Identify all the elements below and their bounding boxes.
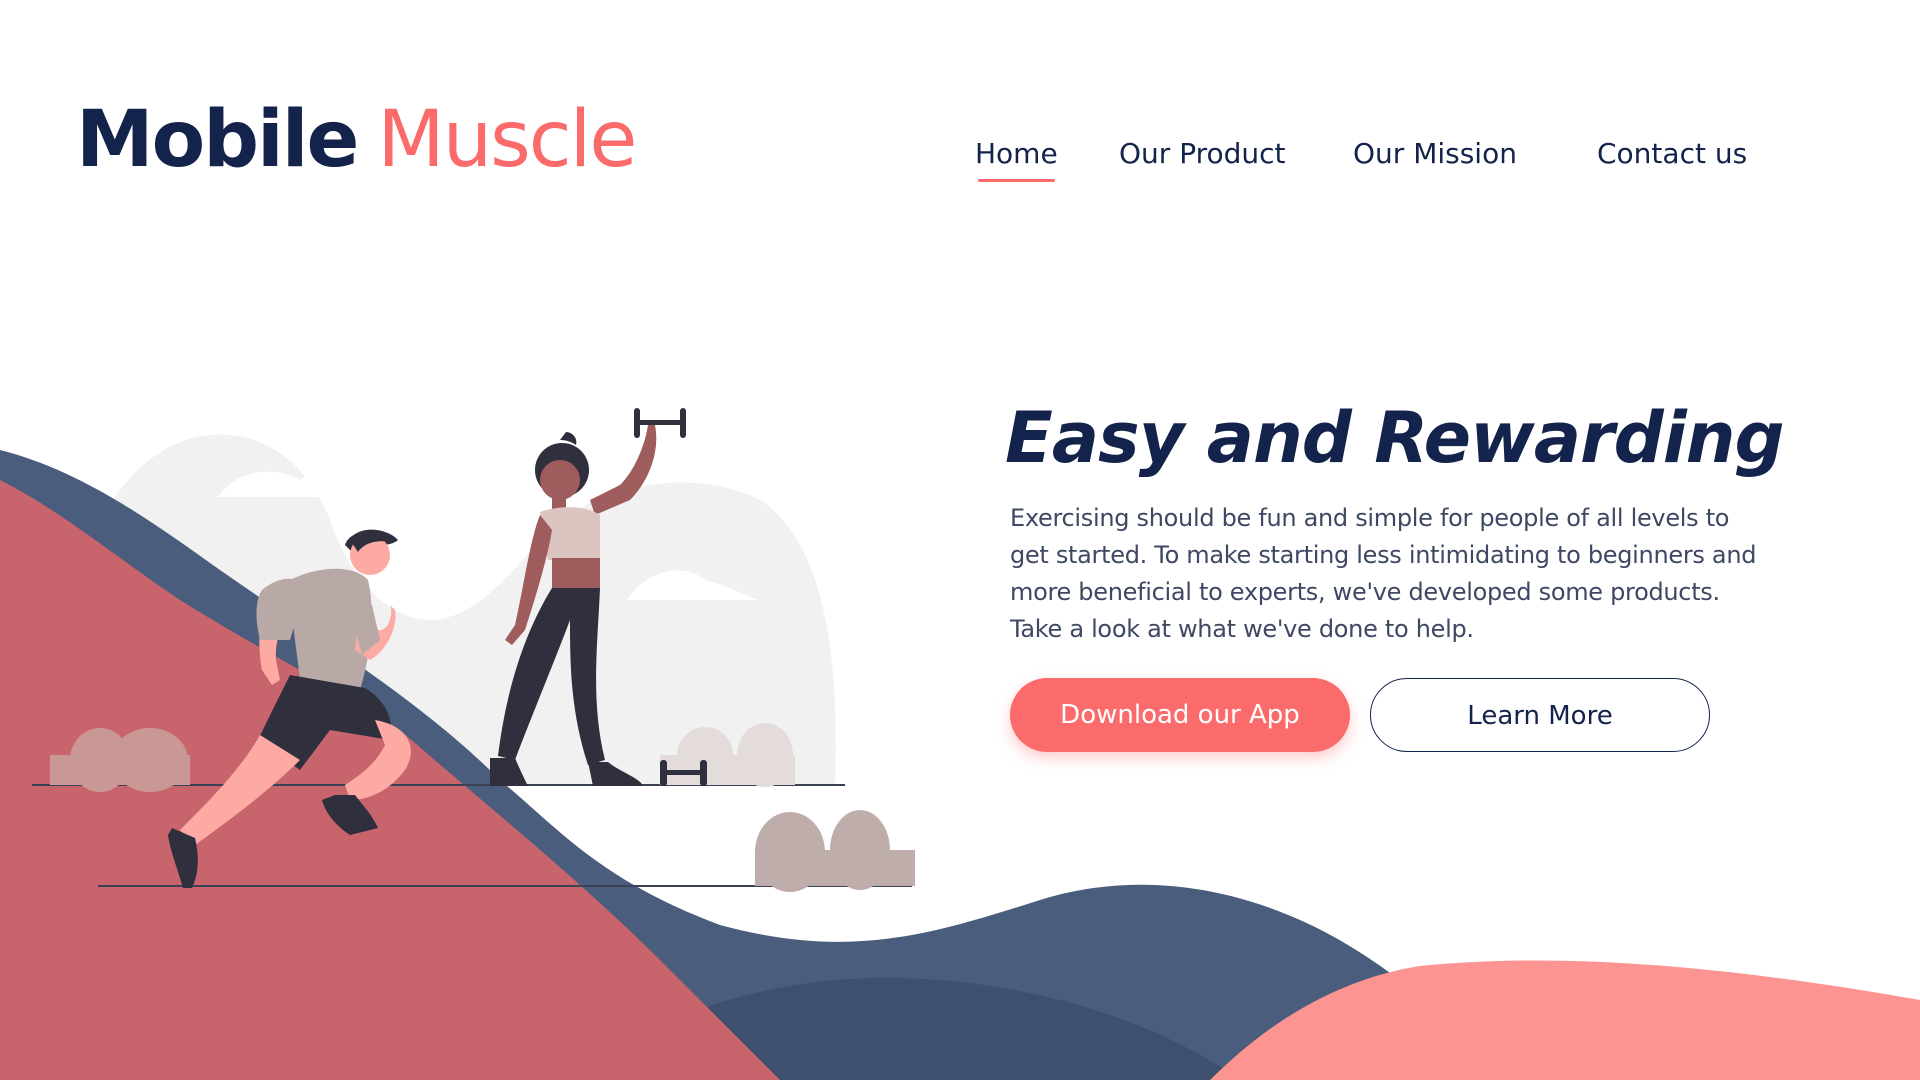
hero-description: Exercising should be fun and simple for …: [1010, 504, 1757, 643]
nav-item-contact-us[interactable]: Contact us: [1597, 130, 1747, 178]
hero-headline: Easy and Rewarding: [1005, 397, 1785, 479]
nav-item-home[interactable]: Home: [975, 130, 1058, 182]
landing-page: Mobile Muscle Home Our Product Our Missio…: [0, 0, 1920, 1080]
nav-item-label: Our Mission: [1353, 137, 1517, 170]
brand-logo[interactable]: Mobile Muscle: [76, 88, 637, 192]
nav-item-label: Contact us: [1597, 137, 1748, 170]
nav-item-label: Our Product: [1119, 137, 1286, 170]
download-app-button[interactable]: Download our App: [1010, 678, 1350, 752]
brand-name-part2: Muscle: [377, 95, 637, 185]
nav-item-our-mission[interactable]: Our Mission: [1353, 130, 1517, 178]
brand-name-part1: Mobile: [76, 95, 359, 185]
bush-right: [755, 810, 915, 892]
learn-more-button[interactable]: Learn More: [1370, 678, 1710, 752]
nav-active-underline: [978, 179, 1055, 182]
nav-item-label: Home: [975, 137, 1058, 170]
nav-item-our-product[interactable]: Our Product: [1119, 130, 1286, 178]
